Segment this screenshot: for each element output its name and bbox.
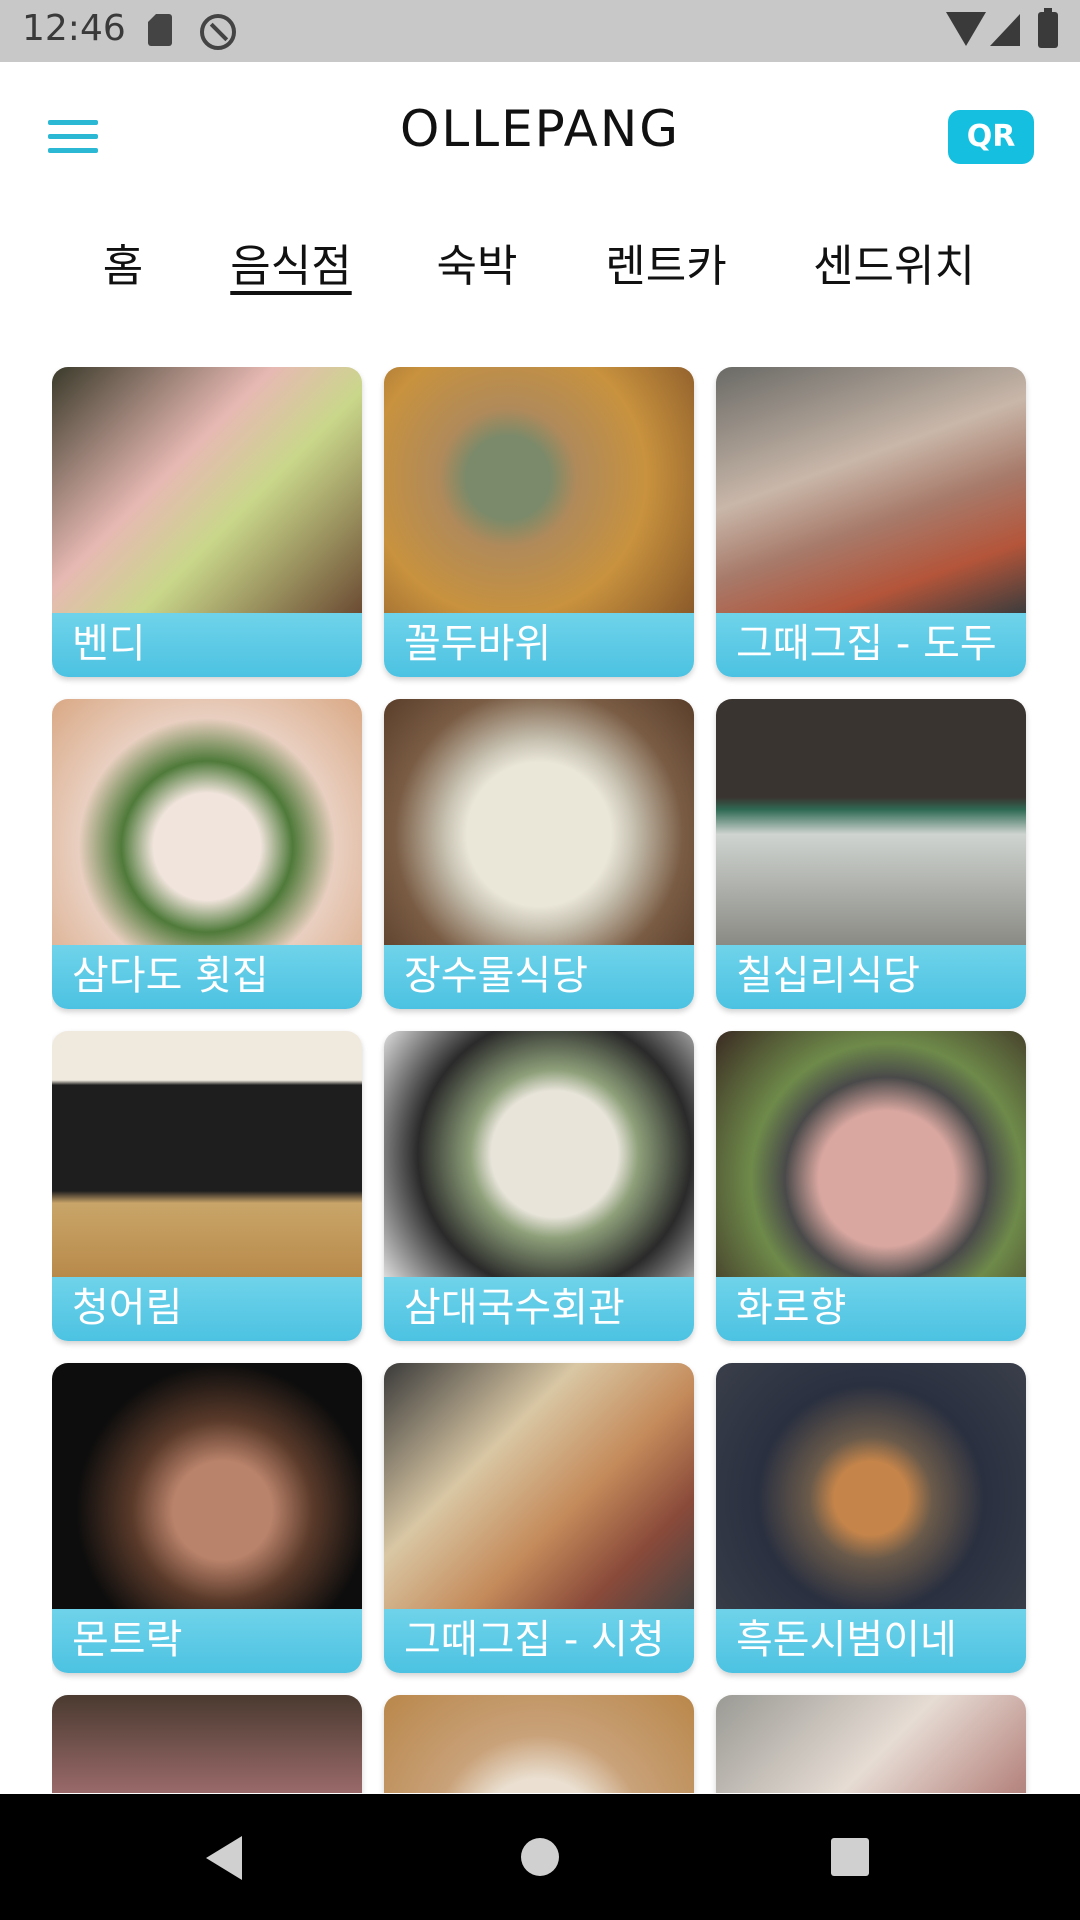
restaurant-card[interactable]: 칠십리식당 — [716, 699, 1026, 1009]
restaurant-name: 벤디 — [52, 613, 362, 677]
restaurant-card[interactable]: 장수물식당 — [384, 699, 694, 1009]
sd-card-icon — [148, 14, 172, 46]
tab-lodging[interactable]: 숙박 — [434, 230, 520, 294]
restaurant-card[interactable]: 벤디 — [52, 367, 362, 677]
restaurant-photo — [384, 699, 694, 945]
restaurant-card[interactable]: 그때그집 - 도두 — [716, 367, 1026, 677]
tab-rentcar[interactable]: 렌트카 — [604, 230, 728, 294]
restaurant-card[interactable]: 화로향 — [716, 1031, 1026, 1341]
app-bar: OLLEPANG QR — [0, 62, 1080, 212]
app-title: OLLEPANG — [400, 100, 680, 158]
restaurant-name: 화로향 — [716, 1277, 1026, 1341]
restaurant-name: 꼴두바위 — [384, 613, 694, 677]
restaurant-card[interactable]: 그때그집 - 시청 — [384, 1363, 694, 1673]
sync-off-icon — [200, 14, 236, 50]
restaurant-photo — [52, 699, 362, 945]
restaurant-name: 칠십리식당 — [716, 945, 1026, 1009]
restaurant-name: 장수물식당 — [384, 945, 694, 1009]
restaurant-name: 그때그집 - 도두 — [716, 613, 1026, 677]
restaurant-card[interactable]: 삼대국수회관 — [384, 1031, 694, 1341]
tab-home[interactable]: 홈 — [100, 230, 146, 294]
restaurant-photo — [52, 367, 362, 613]
restaurant-name: 그때그집 - 시청 — [384, 1609, 694, 1673]
restaurant-card[interactable] — [384, 1695, 694, 1793]
category-tabs: 홈 음식점 숙박 렌트카 센드위치 — [0, 230, 1080, 310]
restaurant-card[interactable] — [716, 1695, 1026, 1793]
restaurant-photo — [716, 1363, 1026, 1609]
tab-sandwich[interactable]: 센드위치 — [812, 230, 976, 294]
restaurant-photo — [384, 1031, 694, 1277]
restaurant-card[interactable]: 청어림 — [52, 1031, 362, 1341]
restaurant-photo — [716, 1031, 1026, 1277]
restaurant-card[interactable]: 흑돈시범이네 — [716, 1363, 1026, 1673]
restaurant-name: 삼다도 횟집 — [52, 945, 362, 1009]
restaurant-name: 청어림 — [52, 1277, 362, 1341]
system-nav-bar — [0, 1794, 1080, 1920]
status-time: 12:46 — [22, 8, 126, 49]
restaurant-card[interactable]: 삼다도 횟집 — [52, 699, 362, 1009]
restaurant-photo — [384, 367, 694, 613]
recents-icon[interactable] — [831, 1838, 869, 1876]
restaurant-photo — [716, 699, 1026, 945]
wifi-icon — [946, 12, 986, 46]
status-bar: 12:46 — [0, 0, 1080, 62]
restaurant-photo — [384, 1695, 694, 1793]
restaurant-name: 삼대국수회관 — [384, 1277, 694, 1341]
restaurant-photo — [384, 1363, 694, 1609]
restaurant-name: 흑돈시범이네 — [716, 1609, 1026, 1673]
home-icon[interactable] — [521, 1838, 559, 1876]
tab-restaurants[interactable]: 음식점 — [226, 230, 356, 294]
restaurant-photo — [52, 1363, 362, 1609]
restaurant-name: 몬트락 — [52, 1609, 362, 1673]
cell-signal-icon — [990, 14, 1020, 46]
back-icon[interactable] — [206, 1836, 242, 1880]
restaurant-card[interactable] — [52, 1695, 362, 1793]
restaurant-photo — [52, 1031, 362, 1277]
qr-button[interactable]: QR — [948, 110, 1034, 164]
restaurant-photo — [716, 1695, 1026, 1793]
restaurant-grid: 벤디 꼴두바위 그때그집 - 도두 삼다도 횟집 장수물식당 칠십리식당 청어림… — [52, 367, 1032, 1793]
restaurant-photo — [716, 367, 1026, 613]
battery-icon — [1038, 8, 1058, 48]
restaurant-card[interactable]: 몬트락 — [52, 1363, 362, 1673]
restaurant-photo — [52, 1695, 362, 1793]
restaurant-card[interactable]: 꼴두바위 — [384, 367, 694, 677]
